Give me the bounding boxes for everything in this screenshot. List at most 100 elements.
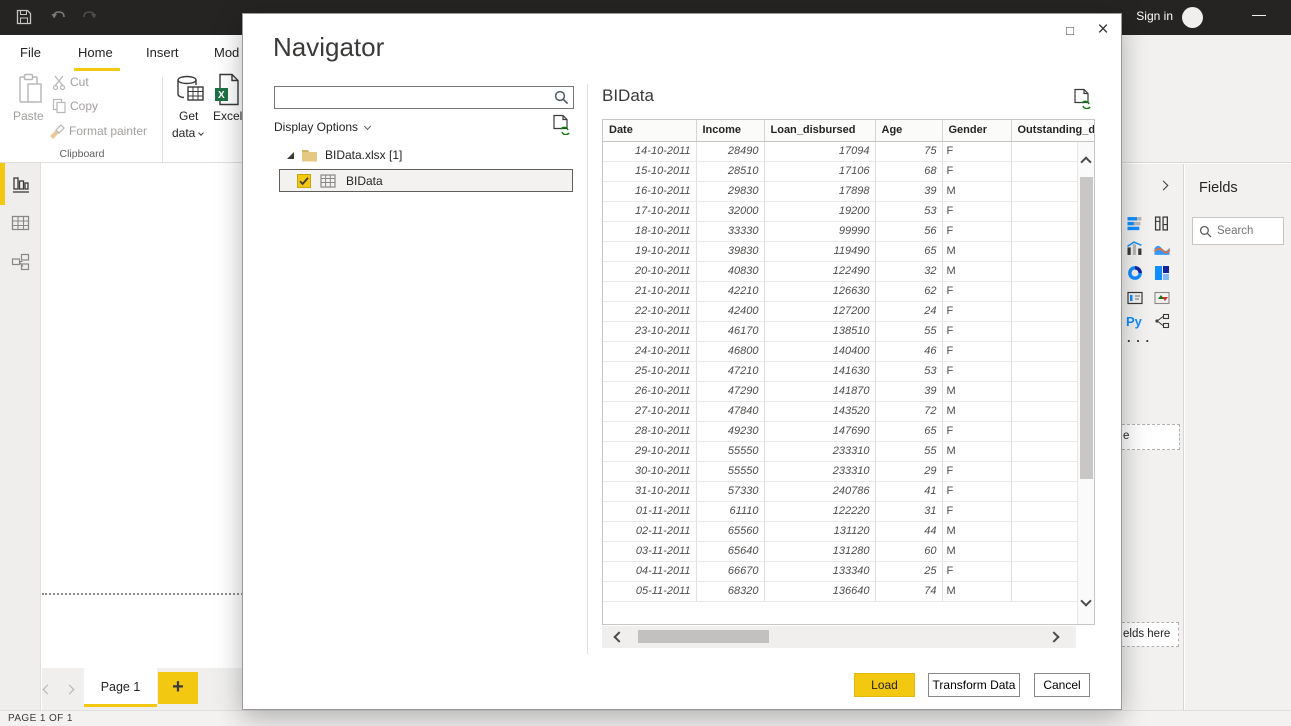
stacked-bar-chart-icon[interactable] (1126, 216, 1146, 233)
new-page-button[interactable]: + (158, 672, 198, 704)
copy-label: Copy (70, 99, 99, 113)
next-page-arrow-icon[interactable] (64, 682, 76, 695)
refresh-icon[interactable] (1073, 88, 1091, 112)
fields-search-input[interactable] (1217, 222, 1279, 240)
tree-item-table-selected[interactable]: BIData (279, 169, 573, 192)
model-view-icon[interactable] (11, 253, 30, 272)
horizontal-scrollbar[interactable] (602, 626, 1076, 648)
waterfall-icon[interactable] (1153, 290, 1173, 307)
refresh-icon[interactable] (552, 114, 570, 138)
table-cell: 56 (875, 221, 943, 242)
column-header: Loan_disbursed (764, 120, 876, 142)
python-visual-icon[interactable]: Py (1126, 313, 1146, 330)
scroll-left-arrow-icon[interactable] (613, 631, 625, 643)
ribbon-chart-icon[interactable] (1153, 216, 1173, 233)
table-cell: 49230 (696, 421, 765, 442)
horizontal-scroll-thumb[interactable] (638, 630, 769, 643)
tab-insert[interactable]: Insert (146, 45, 179, 60)
donut-chart-icon[interactable] (1126, 265, 1146, 282)
table-cell: 29-10-2011 (603, 441, 697, 462)
redo-icon[interactable] (80, 8, 98, 26)
slicer-icon[interactable] (1153, 313, 1173, 330)
clipboard-group-label: Clipboard (59, 148, 105, 160)
format-painter-button: Format painter (48, 123, 147, 142)
table-cell: 28-10-2011 (603, 421, 697, 442)
line-clustered-column-icon[interactable] (1126, 241, 1146, 258)
table-cell: 27-10-2011 (603, 401, 697, 422)
table-cell: 72 (875, 401, 943, 422)
column-header: Date (603, 120, 697, 142)
save-icon[interactable] (15, 8, 33, 26)
field-drop-zone[interactable]: e (1122, 424, 1180, 450)
tab-modeling[interactable]: Mod (214, 45, 239, 60)
table-cell: 17106 (764, 161, 876, 182)
table-row: 29-10-2011 55550 233310 55 M (603, 441, 1094, 462)
kpi-card-icon[interactable] (1126, 290, 1146, 307)
table-cell: F (942, 341, 1012, 362)
field-drop-zone[interactable]: elds here (1122, 622, 1179, 647)
clipboard-paste-icon (18, 73, 44, 108)
table-cell: 68320 (696, 581, 765, 602)
navigator-search-box[interactable] (274, 86, 574, 109)
vertical-scrollbar[interactable] (1077, 142, 1094, 624)
table-cell: 143520 (764, 401, 876, 422)
minimize-window-icon[interactable]: — (1247, 6, 1271, 22)
excel-workbook-button[interactable]: X Excel (212, 73, 246, 145)
table-row: 23-10-2011 46170 138510 55 F (603, 321, 1094, 342)
table-cell: 46800 (696, 341, 765, 362)
table-row: 24-10-2011 46800 140400 46 F (603, 341, 1094, 362)
sign-in-button[interactable]: Sign in (1136, 9, 1173, 23)
fields-search-box[interactable] (1192, 217, 1284, 245)
dialog-title: Navigator (273, 32, 385, 62)
table-cell: 16-10-2011 (603, 181, 697, 202)
navigator-search-input[interactable] (279, 89, 547, 106)
page-tab[interactable]: Page 1 (84, 668, 157, 707)
transform-data-button[interactable]: Transform Data (928, 673, 1020, 697)
more-visuals-ellipsis-icon[interactable]: . . . (1127, 330, 1150, 345)
table-cell: 65640 (696, 541, 765, 562)
scroll-up-arrow-icon[interactable] (1080, 156, 1092, 168)
preview-table-body: 14-10-2011 28490 17094 75 F 15-10-2011 28510 17… (603, 141, 1094, 602)
scroll-down-arrow-icon[interactable] (1080, 595, 1092, 607)
tab-home[interactable]: Home (78, 45, 113, 60)
table-cell: 60 (875, 541, 943, 562)
data-view-icon[interactable] (11, 214, 30, 233)
scroll-right-arrow-icon[interactable] (1048, 631, 1060, 643)
svg-text:Py: Py (1126, 314, 1143, 329)
display-options-dropdown[interactable]: Display Options (274, 120, 372, 134)
table-cell: 19200 (764, 201, 876, 222)
table-cell: 31-10-2011 (603, 481, 697, 502)
vertical-scroll-thumb[interactable] (1080, 177, 1093, 479)
table-cell: 55550 (696, 461, 765, 482)
paste-button: Paste (8, 73, 52, 145)
load-button[interactable]: Load (854, 673, 915, 697)
table-cell: 141630 (764, 361, 876, 382)
table-cell: 39 (875, 381, 943, 402)
report-view-icon[interactable] (11, 176, 30, 195)
treemap-icon[interactable] (1153, 265, 1173, 282)
checkbox-checked[interactable] (297, 174, 311, 188)
dialog-maximize-icon[interactable]: □ (1059, 20, 1081, 42)
table-cell: 131120 (764, 521, 876, 542)
dialog-close-icon[interactable]: × (1091, 17, 1115, 43)
table-cell: 29 (875, 461, 943, 482)
table-cell: 66670 (696, 561, 765, 582)
table-cell: F (942, 481, 1012, 502)
table-cell: F (942, 201, 1012, 222)
undo-icon[interactable] (50, 8, 68, 26)
collapse-pane-chevron-icon[interactable] (1158, 180, 1169, 191)
table-cell: 23-10-2011 (603, 321, 697, 342)
get-data-button[interactable]: Get data (170, 75, 210, 145)
tab-file[interactable]: File (20, 45, 41, 60)
table-cell: 65 (875, 241, 943, 262)
area-chart-icon[interactable] (1153, 241, 1173, 258)
cancel-button[interactable]: Cancel (1034, 673, 1090, 697)
table-cell: F (942, 281, 1012, 302)
table-cell: 17-10-2011 (603, 201, 697, 222)
table-cell: M (942, 181, 1012, 202)
previous-page-arrow-icon[interactable] (42, 682, 54, 695)
folder-icon (301, 148, 318, 165)
tree-expanded-arrow-icon[interactable] (287, 152, 294, 159)
table-cell: 233310 (764, 441, 876, 462)
account-avatar[interactable] (1182, 7, 1203, 28)
